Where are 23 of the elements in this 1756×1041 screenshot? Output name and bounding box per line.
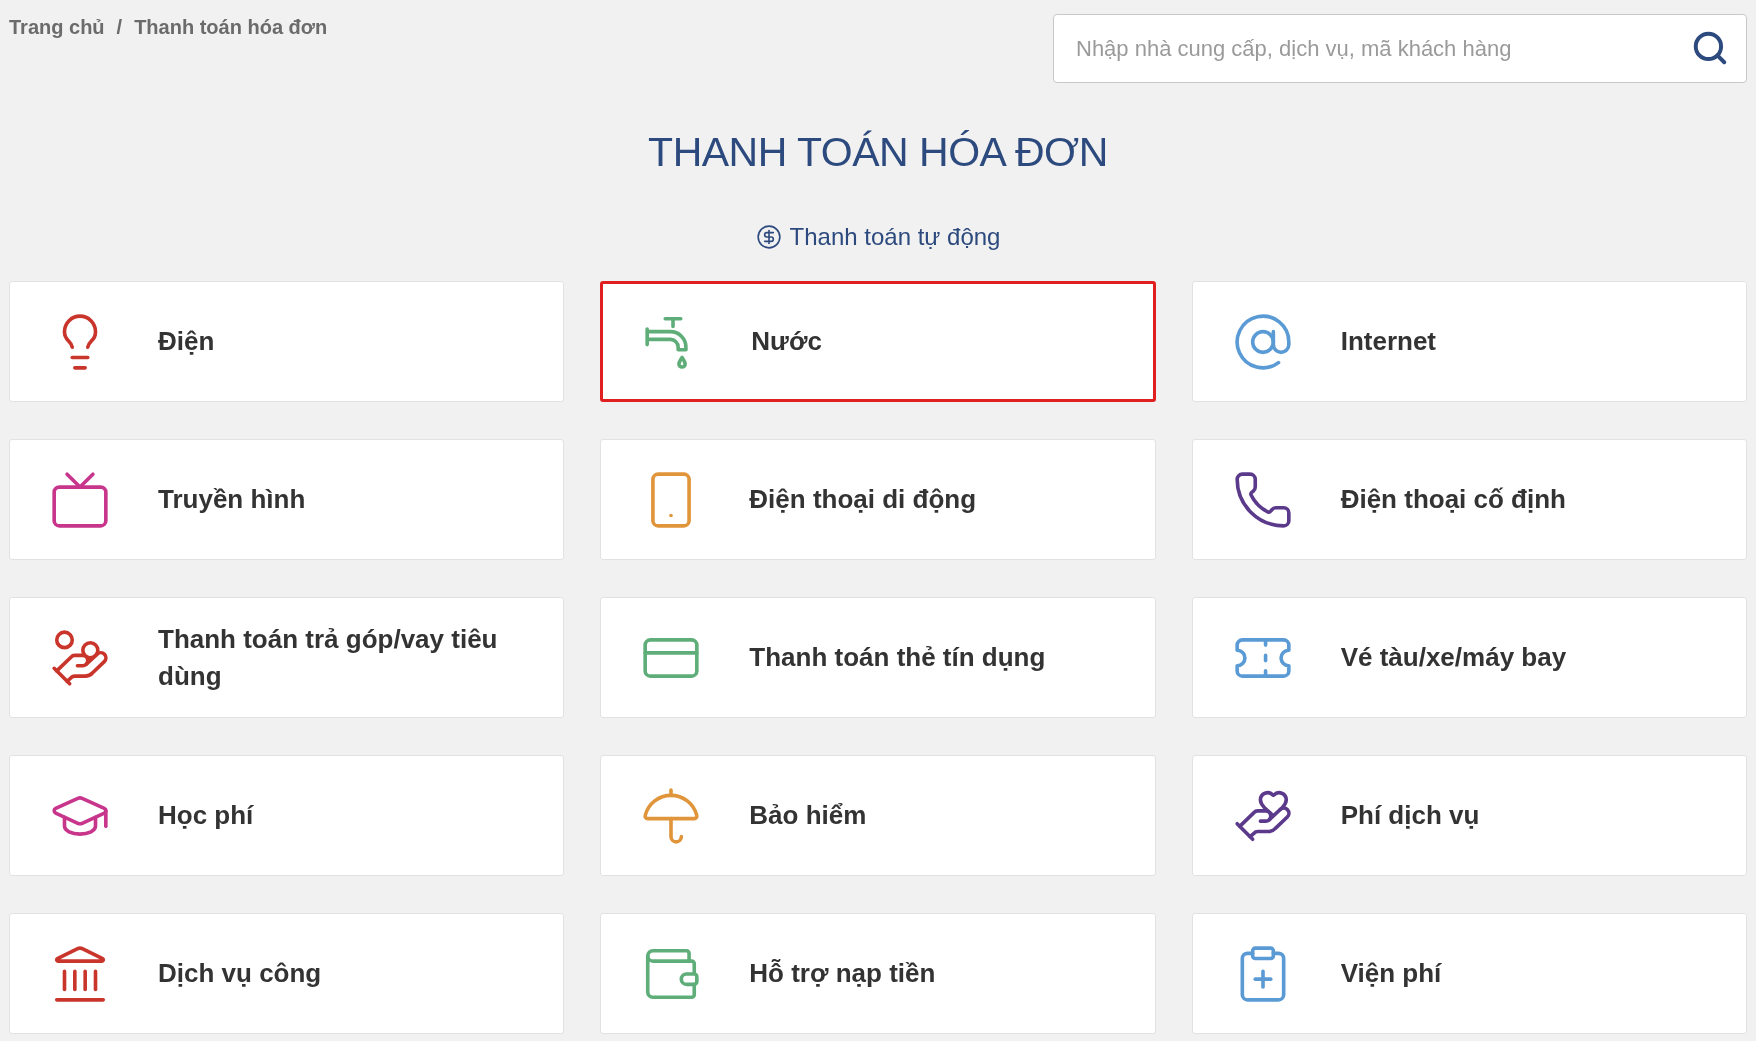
breadcrumb-link[interactable]: Thanh toán hóa đơn — [134, 12, 328, 42]
service-card[interactable]: Bảo hiểm — [600, 755, 1156, 876]
service-card[interactable]: Thanh toán thẻ tín dụng — [600, 597, 1156, 718]
service-card[interactable]: Điện thoại di động — [600, 439, 1156, 560]
breadcrumb-link[interactable]: Trang chủ — [9, 12, 105, 42]
search-field[interactable]: Nhập nhà cung cấp, dịch vụ, mã khách hàng — [1053, 14, 1747, 83]
breadcrumb-separator: / — [116, 15, 123, 40]
service-card[interactable]: Nước — [600, 281, 1156, 402]
service-card[interactable]: Internet — [1191, 281, 1747, 402]
service-card[interactable]: Dịch vụ công — [9, 913, 565, 1034]
service-card[interactable]: Phí dịch vụ — [1191, 755, 1747, 876]
dollar-circle-icon — [755, 224, 782, 250]
service-card[interactable]: Vé tàu/xe/máy bay — [1191, 597, 1747, 718]
service-card[interactable]: Điện — [9, 281, 565, 402]
auto-pay-link[interactable]: Thanh toán tự động — [755, 219, 1001, 255]
service-card[interactable]: Thanh toán trả góp/vay tiêu dùng — [9, 597, 565, 718]
service-card[interactable]: Viện phí — [1191, 913, 1747, 1034]
service-card[interactable]: Truyền hình — [9, 439, 565, 560]
service-card[interactable]: Điện thoại cố định — [1191, 439, 1747, 560]
search-icon[interactable] — [1691, 29, 1729, 67]
page-title: THANH TOÁN HÓA ĐƠN — [647, 128, 1109, 177]
service-card[interactable]: Hỗ trợ nạp tiền — [600, 913, 1156, 1034]
service-card[interactable]: Học phí — [9, 755, 565, 876]
